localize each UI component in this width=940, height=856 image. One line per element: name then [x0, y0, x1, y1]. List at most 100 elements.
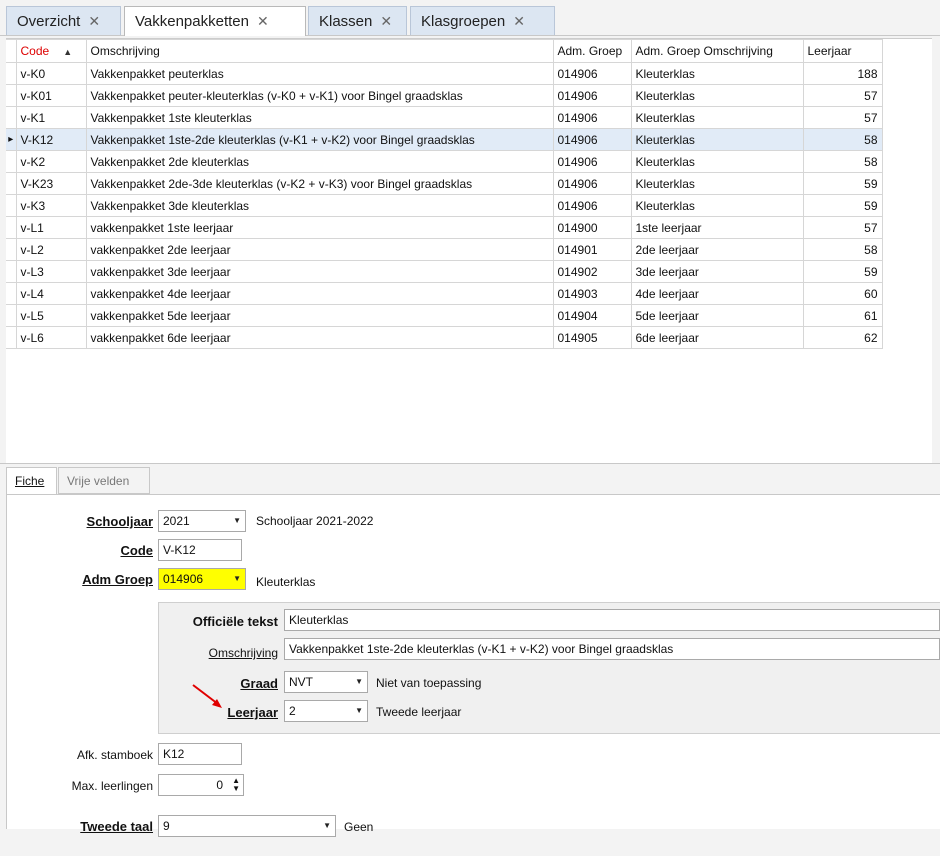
cell-leerjaar: 59	[802, 260, 883, 283]
table-row[interactable]: v-K2 Vakkenpakket 2de kleuterklas 014906 Kl…	[6, 150, 883, 173]
chevron-down-icon: ▼	[355, 677, 363, 686]
cell-leerjaar: 61	[802, 304, 883, 327]
table-row[interactable]: v-K1 Vakkenpakket 1ste kleuterklas 014906 K…	[6, 106, 883, 129]
omschrijving-field[interactable]: Vakkenpakket 1ste-2de kleuterklas (v-K1 …	[284, 638, 940, 660]
tab-label: Vakkenpakketten	[135, 13, 249, 30]
schooljaar-description: Schooljaar 2021-2022	[256, 514, 374, 528]
label-text: Schooljaar	[86, 514, 153, 529]
tweede-taal-description: Geen	[344, 820, 374, 834]
label-text: Adm Groep	[82, 572, 153, 587]
officiele-tekst-label: Officiële tekst	[164, 614, 278, 629]
chevron-down-icon: ▼	[355, 706, 363, 715]
tab-klasgroepen[interactable]: Klasgroepen ✕	[410, 6, 555, 35]
cell-adm-groep: 014906	[552, 150, 632, 173]
cell-adm-groep: 014904	[552, 304, 632, 327]
cell-leerjaar: 60	[802, 282, 883, 305]
cell-adm-groep-omschrijving: 1ste leerjaar	[630, 216, 804, 239]
max-leerlingen-stepper[interactable]: 0 ▲ ▼	[158, 774, 244, 796]
table-row[interactable]: v-L4 vakkenpakket 4de leerjaar 014903 4de l…	[6, 282, 883, 305]
table-row[interactable]: v-L3 vakkenpakket 3de leerjaar 014902 3de l…	[6, 260, 883, 283]
cell-adm-groep-omschrijving: Kleuterklas	[630, 106, 804, 129]
cell-adm-groep: 014903	[552, 282, 632, 305]
leerjaar-select[interactable]: 2 ▼	[284, 700, 368, 722]
schooljaar-select[interactable]: 2021 ▼	[158, 510, 246, 532]
tab-fiche[interactable]: Fiche	[6, 467, 57, 495]
cell-adm-groep: 014906	[552, 106, 632, 129]
cell-omschrijving: Vakkenpakket 1ste-2de kleuterklas (v-K1 …	[85, 128, 554, 151]
column-header-omschrijving[interactable]: Omschrijving	[85, 39, 554, 63]
grid-table: Code ▲ Omschrijving Adm. Groep Adm. Groep…	[6, 39, 883, 349]
graad-select[interactable]: NVT ▼	[284, 671, 368, 693]
adm-groep-select[interactable]: 014906 ▼	[158, 568, 246, 590]
cell-omschrijving: Vakkenpakket 2de kleuterklas	[85, 150, 554, 173]
cell-adm-groep: 014906	[552, 84, 632, 107]
close-icon[interactable]: ✕	[380, 13, 392, 30]
cell-code: v-K3	[15, 194, 87, 217]
row-indicator	[6, 216, 17, 239]
row-indicator	[6, 304, 17, 327]
cell-code: V-K12	[15, 128, 87, 151]
cell-code: v-K01	[15, 84, 87, 107]
table-row[interactable]: v-K3 Vakkenpakket 3de kleuterklas 014906 Kl…	[6, 194, 883, 217]
table-row[interactable]: v-L6 vakkenpakket 6de leerjaar 014905 6de l…	[6, 326, 883, 349]
cell-adm-groep-omschrijving: 5de leerjaar	[630, 304, 804, 327]
cell-adm-groep-omschrijving: 4de leerjaar	[630, 282, 804, 305]
table-row[interactable]: v-L1 vakkenpakket 1ste leerjaar 014900 1ste…	[6, 216, 883, 239]
row-indicator	[6, 194, 17, 217]
table-row[interactable]: v-L2 vakkenpakket 2de leerjaar 014901 2de l…	[6, 238, 883, 261]
document-tab-bar: Overzicht ✕ Vakkenpakketten ✕ Klassen ✕ …	[0, 0, 940, 36]
cell-adm-groep-omschrijving: 3de leerjaar	[630, 260, 804, 283]
table-row[interactable]: v-L5 vakkenpakket 5de leerjaar 014904 5de l…	[6, 304, 883, 327]
close-icon[interactable]: ✕	[257, 13, 269, 30]
tweede-taal-select[interactable]: 9 ▼	[158, 815, 336, 837]
cell-leerjaar: 57	[802, 84, 883, 107]
cell-adm-groep-omschrijving: 2de leerjaar	[630, 238, 804, 261]
tab-overzicht[interactable]: Overzicht ✕	[6, 6, 121, 35]
row-indicator	[6, 106, 17, 129]
afk-stamboek-field[interactable]: K12	[158, 743, 242, 765]
tab-vrije-velden[interactable]: Vrije velden	[58, 467, 150, 494]
row-indicator	[6, 238, 17, 261]
cell-leerjaar: 59	[802, 172, 883, 195]
spin-updown-icon[interactable]: ▲ ▼	[232, 777, 240, 793]
table-row[interactable]: V-K23 Vakkenpakket 2de-3de kleuterklas (v…	[6, 172, 883, 195]
sort-ascending-icon: ▲	[63, 47, 73, 57]
officiele-tekst-field[interactable]: Kleuterklas	[284, 609, 940, 631]
cell-code: v-L2	[15, 238, 87, 261]
column-header-code[interactable]: Code ▲	[15, 39, 87, 63]
row-indicator	[6, 84, 17, 107]
column-header-leerjaar[interactable]: Leerjaar	[802, 39, 883, 63]
label-text: Omschrijving	[208, 646, 278, 660]
cell-adm-groep-omschrijving: Kleuterklas	[630, 84, 804, 107]
cell-omschrijving: Vakkenpakket 3de kleuterklas	[85, 194, 554, 217]
cell-code: v-K1	[15, 106, 87, 129]
label-text: Code	[120, 543, 154, 558]
row-indicator-header	[6, 39, 17, 63]
cell-leerjaar: 59	[802, 194, 883, 217]
close-icon[interactable]: ✕	[513, 13, 525, 30]
cell-code: v-K2	[15, 150, 87, 173]
leerjaar-description: Tweede leerjaar	[376, 705, 462, 719]
column-header-adm-groep[interactable]: Adm. Groep	[552, 39, 632, 63]
current-row-indicator-icon: ▸	[6, 128, 17, 151]
cell-omschrijving: vakkenpakket 1ste leerjaar	[85, 216, 554, 239]
schooljaar-label: Schooljaar	[62, 514, 153, 529]
label-text: Tweede taal	[80, 819, 153, 834]
cell-omschrijving: vakkenpakket 3de leerjaar	[85, 260, 554, 283]
tab-vakkenpakketten[interactable]: Vakkenpakketten ✕	[124, 6, 306, 36]
vakkenpakketten-grid[interactable]: Code ▲ Omschrijving Adm. Groep Adm. Groep…	[6, 38, 932, 464]
tweede-taal-label: Tweede taal	[40, 819, 153, 834]
column-header-adm-groep-omschrijving[interactable]: Adm. Groep Omschrijving	[630, 39, 804, 63]
cell-omschrijving: Vakkenpakket 1ste kleuterklas	[85, 106, 554, 129]
code-field[interactable]: V-K12	[158, 539, 242, 561]
tab-klassen[interactable]: Klassen ✕	[308, 6, 407, 35]
splitter[interactable]	[0, 463, 940, 464]
table-row[interactable]: v-K0 Vakkenpakket peuterklas 014906 Kleuter…	[6, 62, 883, 85]
select-value: NVT	[289, 675, 313, 689]
tab-label: Fiche	[15, 474, 45, 488]
table-row[interactable]: v-K01 Vakkenpakket peuter-kleuterklas (v-…	[6, 84, 883, 107]
chevron-down-icon: ▼	[323, 821, 331, 830]
chevron-down-icon: ▼	[233, 516, 241, 525]
close-icon[interactable]: ✕	[88, 13, 100, 30]
table-row[interactable]: ▸ V-K12 Vakkenpakket 1ste-2de kleuterklas …	[6, 128, 883, 151]
